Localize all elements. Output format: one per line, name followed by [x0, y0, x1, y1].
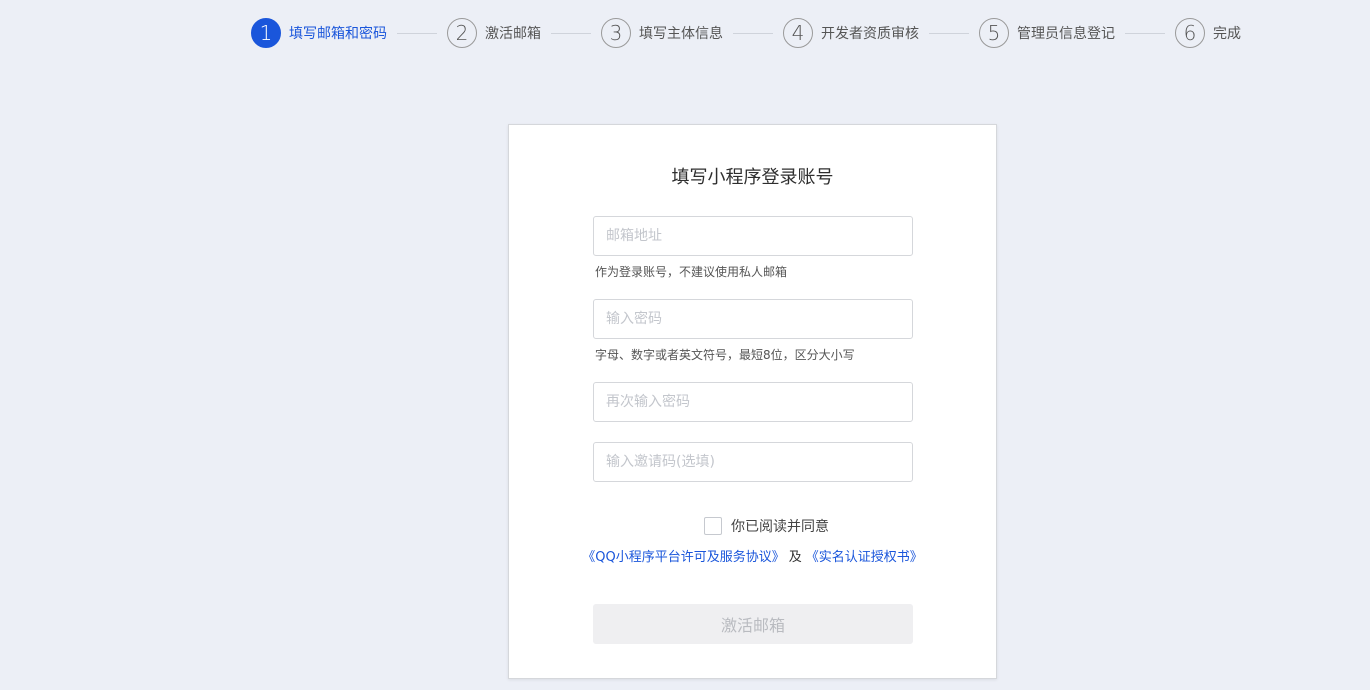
- step-1: 1 填写邮箱和密码: [251, 18, 387, 48]
- email-field[interactable]: [593, 216, 913, 256]
- service-agreement-link[interactable]: 《QQ小程序平台许可及服务协议》: [582, 550, 784, 565]
- progress-stepper: 1 填写邮箱和密码 2 激活邮箱 3 填写主体信息 4 开发者资质审核 5 管理…: [251, 17, 1241, 49]
- step-2: 2 激活邮箱: [447, 18, 541, 48]
- step-connector: [733, 32, 773, 34]
- step-4-label: 开发者资质审核: [821, 26, 919, 42]
- step-6-number: 6: [1175, 18, 1205, 48]
- confirm-password-field[interactable]: [593, 382, 913, 422]
- step-2-number: 2: [447, 18, 477, 48]
- step-connector: [929, 32, 969, 34]
- step-5-number: 5: [979, 18, 1009, 48]
- agree-checkbox[interactable]: [704, 517, 722, 535]
- step-3-number: 3: [601, 18, 631, 48]
- step-connector: [551, 32, 591, 34]
- form-title: 填写小程序登录账号: [671, 167, 834, 188]
- password-hint: 字母、数字或者英文符号，最短8位，区分大小写: [595, 348, 855, 362]
- email-hint: 作为登录账号，不建议使用私人邮箱: [595, 265, 788, 279]
- auth-letter-link[interactable]: 《实名认证授权书》: [806, 550, 923, 565]
- step-3: 3 填写主体信息: [601, 18, 723, 48]
- password-field[interactable]: [593, 299, 913, 339]
- step-5-label: 管理员信息登记: [1017, 26, 1115, 42]
- step-1-number: 1: [251, 18, 281, 48]
- step-connector: [1125, 32, 1165, 34]
- step-6: 6 完成: [1175, 18, 1241, 48]
- step-3-label: 填写主体信息: [639, 26, 723, 42]
- activate-email-button[interactable]: 激活邮箱: [593, 604, 913, 644]
- agree-label: 你已阅读并同意: [731, 519, 829, 535]
- registration-card: 填写小程序登录账号 作为登录账号，不建议使用私人邮箱 字母、数字或者英文符号，最…: [508, 124, 997, 679]
- invite-code-field[interactable]: [593, 442, 913, 482]
- step-4: 4 开发者资质审核: [783, 18, 919, 48]
- step-2-label: 激活邮箱: [485, 26, 541, 42]
- step-1-label: 填写邮箱和密码: [289, 26, 387, 42]
- step-6-label: 完成: [1213, 26, 1241, 42]
- step-connector: [397, 32, 437, 34]
- agreement-row: 你已阅读并同意: [509, 516, 996, 536]
- step-4-number: 4: [783, 18, 813, 48]
- agreement-links: 《QQ小程序平台许可及服务协议》及《实名认证授权书》: [509, 546, 996, 565]
- links-conjunction: 及: [788, 550, 802, 565]
- step-5: 5 管理员信息登记: [979, 18, 1115, 48]
